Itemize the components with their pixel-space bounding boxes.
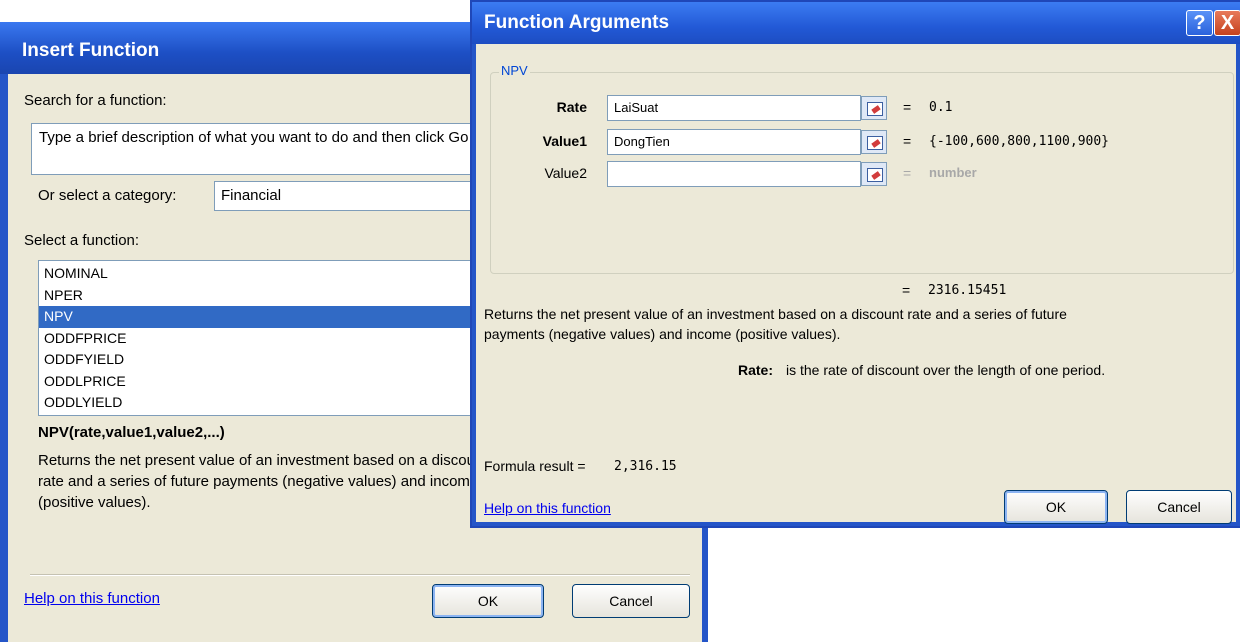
collapse-dialog-icon[interactable] [861, 96, 887, 120]
function-list-item[interactable]: NPER [39, 285, 513, 307]
total-equals: = [902, 282, 911, 298]
function-list-item[interactable]: ODDFYIELD [39, 349, 513, 371]
insert-function-title: Insert Function [22, 40, 160, 61]
function-arguments-titlebar[interactable]: Function Arguments ? X [472, 2, 1240, 44]
search-input[interactable]: Type a brief description of what you wan… [31, 123, 511, 175]
args-help-link[interactable]: Help on this function [484, 500, 611, 516]
function-list-item-selected[interactable]: NPV [39, 306, 513, 328]
value1-equals: = [903, 133, 912, 149]
divider [30, 574, 690, 576]
args-ok-button[interactable]: OK [1004, 490, 1108, 524]
value2-equals: = [903, 165, 912, 181]
insert-help-link[interactable]: Help on this function [24, 590, 160, 607]
help-icon[interactable]: ? [1186, 10, 1213, 36]
search-label: Search for a function: [24, 92, 167, 109]
argument-help-name: Rate: [738, 362, 774, 378]
args-cancel-button[interactable]: Cancel [1126, 490, 1232, 524]
rate-equals: = [903, 99, 912, 115]
close-icon[interactable]: X [1214, 10, 1240, 36]
function-list[interactable]: NOMINAL NPER NPV ODDFPRICE ODDFYIELD ODD… [38, 260, 514, 416]
function-description-line1: Returns the net present value of an inve… [484, 306, 1067, 322]
insert-ok-button[interactable]: OK [432, 584, 544, 618]
function-list-item[interactable]: ODDLPRICE [39, 371, 513, 393]
function-signature: NPV(rate,value1,value2,...) [38, 424, 225, 441]
value1-input[interactable]: DongTien [607, 129, 861, 155]
argument-help-text: is the rate of discount over the length … [786, 362, 1106, 378]
function-description-line2: payments (negative values) and income (p… [484, 326, 841, 342]
category-select[interactable]: Financial [214, 181, 514, 211]
function-list-item[interactable]: NOMINAL [39, 263, 513, 285]
value2-input[interactable] [607, 161, 861, 187]
total-result: 2316.15451 [928, 283, 1007, 298]
function-list-item[interactable]: ODDFPRICE [39, 328, 513, 350]
formula-result-value: 2,316.15 [614, 459, 677, 474]
value2-hint: number [929, 165, 977, 180]
value2-label: Value2 [544, 165, 587, 181]
rate-label: Rate [556, 99, 587, 115]
function-arguments-body: NPV Rate LaiSuat = 0.1 Value1 DongTien =… [476, 44, 1236, 524]
category-label: Or select a category: [38, 187, 177, 204]
npv-group: NPV Rate LaiSuat = 0.1 Value1 DongTien =… [490, 63, 1234, 274]
function-arguments-title: Function Arguments [484, 12, 670, 33]
function-list-item[interactable]: ODDLYIELD [39, 392, 513, 414]
value1-result: {-100,600,800,1100,900} [929, 134, 1110, 149]
collapse-dialog-icon[interactable] [861, 162, 887, 186]
collapse-dialog-icon[interactable] [861, 130, 887, 154]
insert-cancel-button[interactable]: Cancel [572, 584, 690, 618]
npv-group-label: NPV [499, 63, 530, 78]
rate-input[interactable]: LaiSuat [607, 95, 861, 121]
select-function-label: Select a function: [24, 232, 140, 249]
value1-label: Value1 [542, 133, 587, 149]
function-arguments-dialog: Function Arguments ? X NPV Rate LaiSuat … [470, 0, 1240, 528]
formula-result-label: Formula result = [484, 458, 586, 474]
function-description: Returns the net present value of an inve… [38, 452, 488, 511]
rate-result: 0.1 [929, 100, 953, 115]
